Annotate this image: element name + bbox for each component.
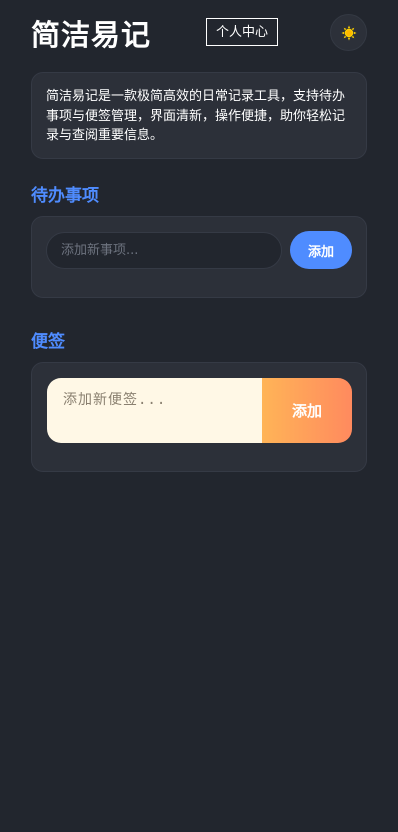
notes-section-title: 便签 [31,332,65,352]
note-composer: 添加 [47,378,352,443]
app-page: 简洁易记 个人中心 简洁易记是一款极简高效的日常记录工具，支持待办事项与便签管理… [0,0,398,832]
todo-card: 添加 [31,216,367,298]
note-input[interactable] [47,378,262,443]
intro-description: 简洁易记是一款极简高效的日常记录工具，支持待办事项与便签管理，界面清新，操作便捷… [46,89,346,143]
todo-input[interactable] [46,232,282,269]
intro-card: 简洁易记是一款极简高效的日常记录工具，支持待办事项与便签管理，界面清新，操作便捷… [31,72,367,159]
add-todo-button[interactable]: 添加 [290,231,352,269]
header: 简洁易记 个人中心 [31,14,367,54]
todo-section-title: 待办事项 [31,186,99,206]
add-note-button[interactable]: 添加 [262,378,352,443]
theme-toggle-button[interactable] [330,14,367,51]
notes-card: 添加 [31,362,367,472]
profile-center-button[interactable]: 个人中心 [206,18,278,46]
sun-icon [341,25,356,40]
app-title: 简洁易记 [31,18,152,52]
